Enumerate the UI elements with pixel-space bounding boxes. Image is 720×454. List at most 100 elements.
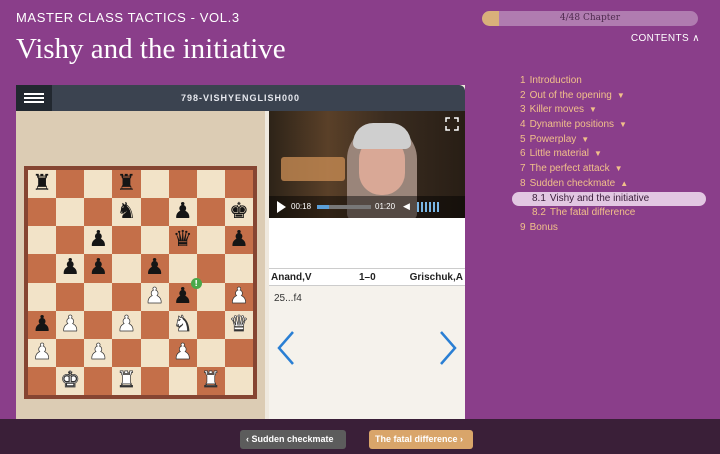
board-square[interactable] <box>56 170 85 199</box>
toc-item[interactable]: 2 Out of the opening ▼ <box>520 89 710 104</box>
board-square[interactable] <box>112 338 141 367</box>
white-rook-icon[interactable]: ♜ <box>201 369 221 392</box>
black-rook-icon[interactable]: ♜ <box>32 173 52 195</box>
board-square[interactable] <box>84 282 113 311</box>
board-square[interactable]: ♜ <box>28 170 57 199</box>
next-chapter-button[interactable]: The fatal difference › <box>369 430 473 449</box>
black-king-icon[interactable]: ♚ <box>229 201 249 223</box>
toc-item[interactable]: 6 Little material ▼ <box>520 147 710 162</box>
board-square[interactable]: ♟ <box>28 338 57 367</box>
board-square[interactable] <box>28 226 57 255</box>
board-square[interactable] <box>140 226 169 255</box>
board-square[interactable] <box>28 366 57 395</box>
board-square[interactable]: ♟ <box>56 254 85 283</box>
black-rook-icon[interactable]: ♜ <box>117 173 137 195</box>
board-square[interactable] <box>140 198 169 227</box>
board-square[interactable]: ♟ <box>84 226 113 255</box>
fullscreen-icon[interactable] <box>445 117 459 131</box>
previous-move-icon[interactable] <box>275 330 297 366</box>
white-pawn-icon[interactable]: ♟ <box>116 313 136 336</box>
board-square[interactable] <box>84 198 113 227</box>
board-square[interactable] <box>140 338 169 367</box>
black-knight-icon[interactable]: ♞ <box>117 201 137 223</box>
board-square[interactable] <box>84 310 113 339</box>
toc-item[interactable]: 5 Powerplay ▼ <box>520 133 710 148</box>
board-square[interactable] <box>140 170 169 199</box>
board-square[interactable] <box>56 198 85 227</box>
expand-arrow-icon[interactable]: ▼ <box>619 120 627 129</box>
board-square[interactable] <box>196 198 225 227</box>
board-square[interactable] <box>196 226 225 255</box>
black-pawn-icon[interactable]: ♟ <box>32 313 52 336</box>
previous-chapter-button[interactable]: ‹ Sudden checkmate <box>240 430 346 449</box>
white-pawn-icon[interactable]: ♟ <box>144 285 164 308</box>
board-square[interactable]: ♟ <box>56 310 85 339</box>
next-move-icon[interactable] <box>437 330 459 366</box>
board-square[interactable]: ♛ <box>224 310 253 339</box>
volume-icon[interactable]: ◀ <box>403 201 410 212</box>
toc-item[interactable]: 8 Sudden checkmate ▲ <box>520 177 710 192</box>
board-square[interactable]: ♜ <box>112 366 141 395</box>
board-square[interactable] <box>28 198 57 227</box>
black-pawn-icon[interactable]: ♟ <box>145 257 165 279</box>
black-pawn-icon[interactable]: ♟ <box>88 257 108 279</box>
board-square[interactable]: ♟ <box>168 338 197 367</box>
contents-toggle-button[interactable]: CONTENTS ∧ <box>631 33 700 44</box>
collapse-arrow-icon[interactable]: ▲ <box>620 179 628 188</box>
board-square[interactable]: ♟ <box>84 338 113 367</box>
expand-arrow-icon[interactable]: ▼ <box>581 135 589 144</box>
current-move[interactable]: 25...f4 <box>274 293 302 304</box>
board-square[interactable] <box>224 254 253 283</box>
toc-item[interactable]: 4 Dynamite positions ▼ <box>520 118 710 133</box>
white-rook-icon[interactable]: ♜ <box>116 369 136 392</box>
white-knight-icon[interactable]: ♞ <box>172 313 192 336</box>
white-pawn-icon[interactable]: ♟ <box>60 313 80 336</box>
toc-item[interactable]: 1 Introduction <box>520 74 710 89</box>
board-square[interactable] <box>196 282 225 311</box>
board-square[interactable] <box>140 310 169 339</box>
board-square[interactable]: ♟ <box>84 254 113 283</box>
black-pawn-icon[interactable]: ♟ <box>173 201 193 223</box>
board-square[interactable] <box>196 170 225 199</box>
board-square[interactable] <box>168 170 197 199</box>
toc-item[interactable]: 8.1 Vishy and the initiative <box>512 191 706 207</box>
video-seek-bar[interactable] <box>317 205 371 209</box>
board-square[interactable] <box>112 254 141 283</box>
volume-slider[interactable] <box>417 202 439 212</box>
board-square[interactable]: ♟ <box>112 310 141 339</box>
board-square[interactable]: ♚ <box>224 198 253 227</box>
black-pawn-icon[interactable]: ♟ <box>173 285 193 308</box>
board-square[interactable]: ♟ <box>28 310 57 339</box>
board-square[interactable]: ♜ <box>196 366 225 395</box>
board-square[interactable] <box>196 338 225 367</box>
video-player[interactable]: 00:18 01:20 ◀ <box>269 111 465 218</box>
black-pawn-icon[interactable]: ♟ <box>229 229 249 251</box>
board-square[interactable] <box>28 254 57 283</box>
white-king-icon[interactable]: ♚ <box>60 369 80 392</box>
expand-arrow-icon[interactable]: ▼ <box>615 164 623 173</box>
board-square[interactable]: ♛ <box>168 226 197 255</box>
toc-item[interactable]: 3 Killer moves ▼ <box>520 103 710 118</box>
board-square[interactable] <box>112 226 141 255</box>
board-square[interactable] <box>224 338 253 367</box>
black-pawn-icon[interactable]: ♟ <box>88 229 108 251</box>
board-square[interactable]: ♟ <box>140 254 169 283</box>
board-square[interactable]: ♜ <box>112 170 141 199</box>
board-square[interactable]: ♟ <box>224 282 253 311</box>
black-queen-icon[interactable]: ♛ <box>173 229 193 251</box>
white-queen-icon[interactable]: ♛ <box>229 313 249 336</box>
expand-arrow-icon[interactable]: ▼ <box>594 149 602 158</box>
board-square[interactable]: ♟ <box>140 282 169 311</box>
expand-arrow-icon[interactable]: ▼ <box>589 105 597 114</box>
board-square[interactable]: ♟ <box>224 226 253 255</box>
play-icon[interactable] <box>277 201 286 213</box>
board-square[interactable]: ♚ <box>56 366 85 395</box>
board-square[interactable] <box>56 282 85 311</box>
expand-arrow-icon[interactable]: ▼ <box>617 91 625 100</box>
board-square[interactable]: ♟ <box>168 198 197 227</box>
board-square[interactable]: ♞ <box>168 310 197 339</box>
board-square[interactable] <box>56 226 85 255</box>
board-square[interactable]: ♞ <box>112 198 141 227</box>
board-square[interactable]: ♟! <box>168 277 202 311</box>
white-pawn-icon[interactable]: ♟ <box>229 285 249 308</box>
